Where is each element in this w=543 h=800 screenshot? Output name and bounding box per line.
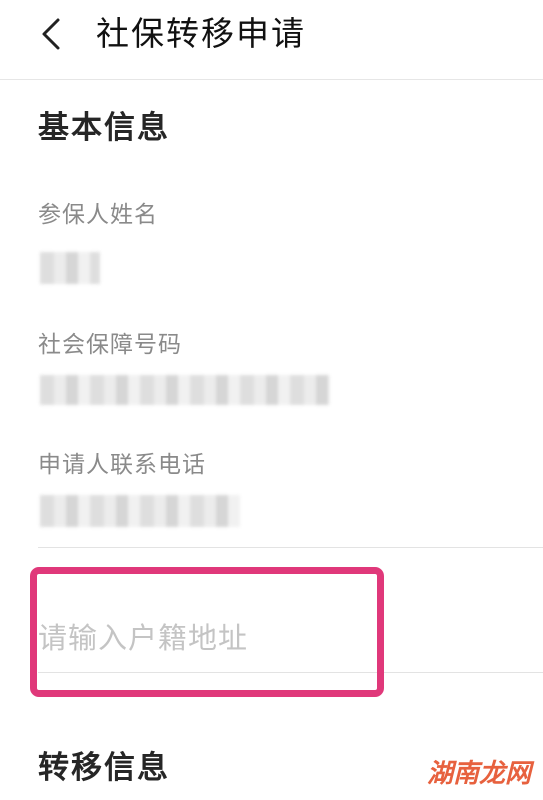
divider xyxy=(38,547,543,548)
page-title: 社保转移申请 xyxy=(96,14,306,53)
divider xyxy=(38,672,543,673)
household-address-input[interactable] xyxy=(38,608,368,668)
social-security-number-value-redacted xyxy=(40,375,330,405)
applicant-phone-label: 申请人联系电话 xyxy=(38,452,206,478)
section-title-transfer-info: 转移信息 xyxy=(38,750,170,786)
insured-name-value-redacted xyxy=(40,252,100,284)
section-title-basic-info: 基本信息 xyxy=(38,110,170,146)
applicant-phone-value-redacted xyxy=(40,495,240,527)
social-security-number-label: 社会保障号码 xyxy=(38,332,182,358)
app-header: 社保转移申请 xyxy=(0,0,543,80)
insured-name-label: 参保人姓名 xyxy=(38,202,158,228)
watermark-logo: 湖南龙网 xyxy=(426,759,531,789)
chevron-left-icon[interactable] xyxy=(32,14,72,54)
